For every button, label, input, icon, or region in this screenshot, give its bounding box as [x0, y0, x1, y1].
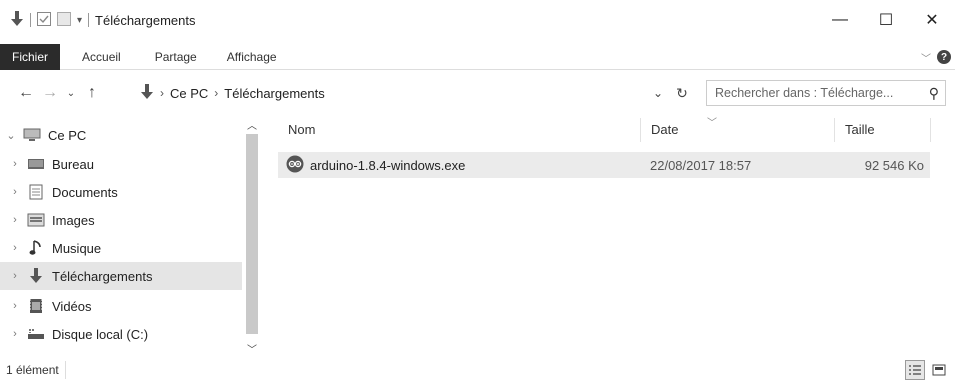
nav-item-disque-local[interactable]: › Disque local (C:)	[0, 320, 242, 348]
status-bar: 1 élément	[0, 358, 955, 382]
navigation-bar: ← → ⌄ ↑ › Ce PC › Téléchargements ⌄ ↻ Re…	[0, 78, 955, 108]
window-controls: — ☐ ✕	[817, 0, 955, 40]
column-header-size[interactable]: Taille	[845, 114, 875, 144]
chevron-down-icon[interactable]: ⌄	[0, 129, 22, 142]
address-dropdown-icon[interactable]: ⌄	[646, 81, 670, 105]
nav-item-bureau[interactable]: › Bureau	[0, 150, 242, 178]
minimize-button[interactable]: —	[817, 0, 863, 40]
download-arrow-icon[interactable]	[10, 10, 24, 30]
nav-label: Ce PC	[48, 127, 87, 143]
nav-label: Musique	[52, 240, 102, 256]
back-button[interactable]: ←	[14, 81, 38, 105]
column-divider[interactable]	[930, 118, 931, 142]
ribbon-right-controls: ﹀ ?	[921, 44, 955, 70]
chevron-right-icon[interactable]: ›	[4, 214, 26, 226]
nav-item-documents[interactable]: › Documents	[0, 178, 242, 206]
file-size: 92 546 Ko	[864, 157, 924, 173]
nav-label: Téléchargements	[52, 268, 153, 284]
help-icon[interactable]: ?	[937, 50, 951, 64]
toolbar-divider	[88, 13, 90, 27]
address-bar[interactable]: › Ce PC › Téléchargements	[140, 81, 698, 105]
nav-item-ce-pc[interactable]: ⌄ Ce PC	[0, 121, 242, 149]
new-folder-icon[interactable]	[57, 11, 71, 29]
properties-icon[interactable]	[37, 11, 51, 29]
nav-item-telechargements[interactable]: › Téléchargements	[0, 262, 242, 290]
search-icon[interactable]: ⚲	[929, 85, 939, 102]
scroll-up-icon[interactable]: ︿	[244, 116, 260, 132]
downloads-icon	[140, 83, 154, 103]
expand-ribbon-icon[interactable]: ﹀	[921, 50, 931, 65]
videos-icon	[26, 298, 46, 314]
recent-locations-button[interactable]: ⌄	[62, 81, 80, 105]
file-name: arduino-1.8.4-windows.exe	[310, 157, 466, 173]
customize-toolbar-icon[interactable]: ▾	[77, 15, 82, 26]
drive-icon	[26, 326, 46, 342]
forward-button[interactable]: →	[38, 81, 62, 105]
arduino-icon	[286, 155, 304, 176]
search-placeholder: Rechercher dans : Télécharge...	[715, 86, 894, 100]
chevron-right-icon[interactable]: ›	[4, 242, 26, 254]
nav-item-images[interactable]: › Images	[0, 206, 242, 234]
file-date: 22/08/2017 18:57	[650, 157, 752, 173]
chevron-right-icon[interactable]: ›	[4, 158, 26, 170]
tab-affichage[interactable]: Affichage	[209, 44, 289, 70]
search-box[interactable]: Rechercher dans : Télécharge... ⚲	[706, 80, 946, 106]
nav-label: Bureau	[52, 156, 94, 172]
desktop-icon	[26, 156, 46, 172]
nav-label: Images	[52, 212, 95, 228]
nav-item-musique[interactable]: › Musique	[0, 234, 242, 262]
chevron-right-icon[interactable]: ›	[4, 186, 26, 198]
chevron-right-icon[interactable]: ›	[4, 328, 26, 340]
ribbon-tabs: Fichier Accueil Partage Affichage ﹀ ?	[0, 43, 955, 70]
view-switcher	[905, 360, 949, 380]
navigation-pane: ⌄ Ce PC › Bureau › Documents › Images › …	[0, 114, 260, 358]
images-icon	[26, 212, 46, 228]
chevron-right-icon[interactable]: ›	[4, 300, 26, 312]
file-name-cell: arduino-1.8.4-windows.exe	[286, 155, 465, 176]
column-header-name[interactable]: Nom	[288, 114, 315, 144]
breadcrumb-separator-icon[interactable]: ›	[160, 86, 164, 100]
quick-access-toolbar: ▾	[10, 10, 90, 30]
title-bar: ▾ Téléchargements — ☐ ✕	[0, 0, 955, 40]
maximize-button[interactable]: ☐	[863, 0, 909, 40]
up-button[interactable]: ↑	[80, 81, 104, 105]
scroll-thumb[interactable]	[246, 134, 258, 334]
nav-scrollbar[interactable]: ︿ ﹀	[244, 114, 260, 358]
details-view-icon[interactable]	[905, 360, 925, 380]
window-title: Téléchargements	[95, 12, 196, 28]
documents-icon	[26, 184, 46, 200]
tab-partage[interactable]: Partage	[133, 44, 209, 70]
column-divider[interactable]	[834, 118, 835, 142]
breadcrumb-downloads[interactable]: Téléchargements	[224, 86, 324, 101]
chevron-right-icon[interactable]: ›	[4, 270, 26, 282]
close-button[interactable]: ✕	[909, 0, 955, 40]
column-header-date[interactable]: Date	[651, 114, 678, 144]
breadcrumb-separator-icon[interactable]: ›	[214, 86, 218, 100]
large-icons-view-icon[interactable]	[929, 360, 949, 380]
tab-accueil[interactable]: Accueil	[60, 44, 133, 70]
table-row[interactable]: arduino-1.8.4-windows.exe 22/08/2017 18:…	[278, 152, 930, 178]
scroll-down-icon[interactable]: ﹀	[244, 340, 260, 356]
downloads-icon	[26, 268, 46, 284]
nav-label: Disque local (C:)	[52, 326, 149, 342]
sort-indicator-icon: ﹀	[707, 118, 717, 129]
music-icon	[26, 240, 46, 256]
computer-icon	[22, 127, 42, 143]
breadcrumb-ce-pc[interactable]: Ce PC	[170, 86, 208, 101]
column-divider[interactable]	[640, 118, 641, 142]
tab-fichier[interactable]: Fichier	[0, 43, 61, 70]
nav-label: Documents	[52, 184, 118, 200]
nav-label: Vidéos	[52, 298, 92, 314]
nav-item-videos[interactable]: › Vidéos	[0, 292, 242, 320]
item-count: 1 élément	[0, 361, 66, 379]
toolbar-divider	[30, 13, 31, 27]
refresh-icon[interactable]: ↻	[670, 81, 694, 105]
file-list: Nom Date ﹀ Taille arduino-1.8.4-windows.…	[270, 114, 955, 358]
